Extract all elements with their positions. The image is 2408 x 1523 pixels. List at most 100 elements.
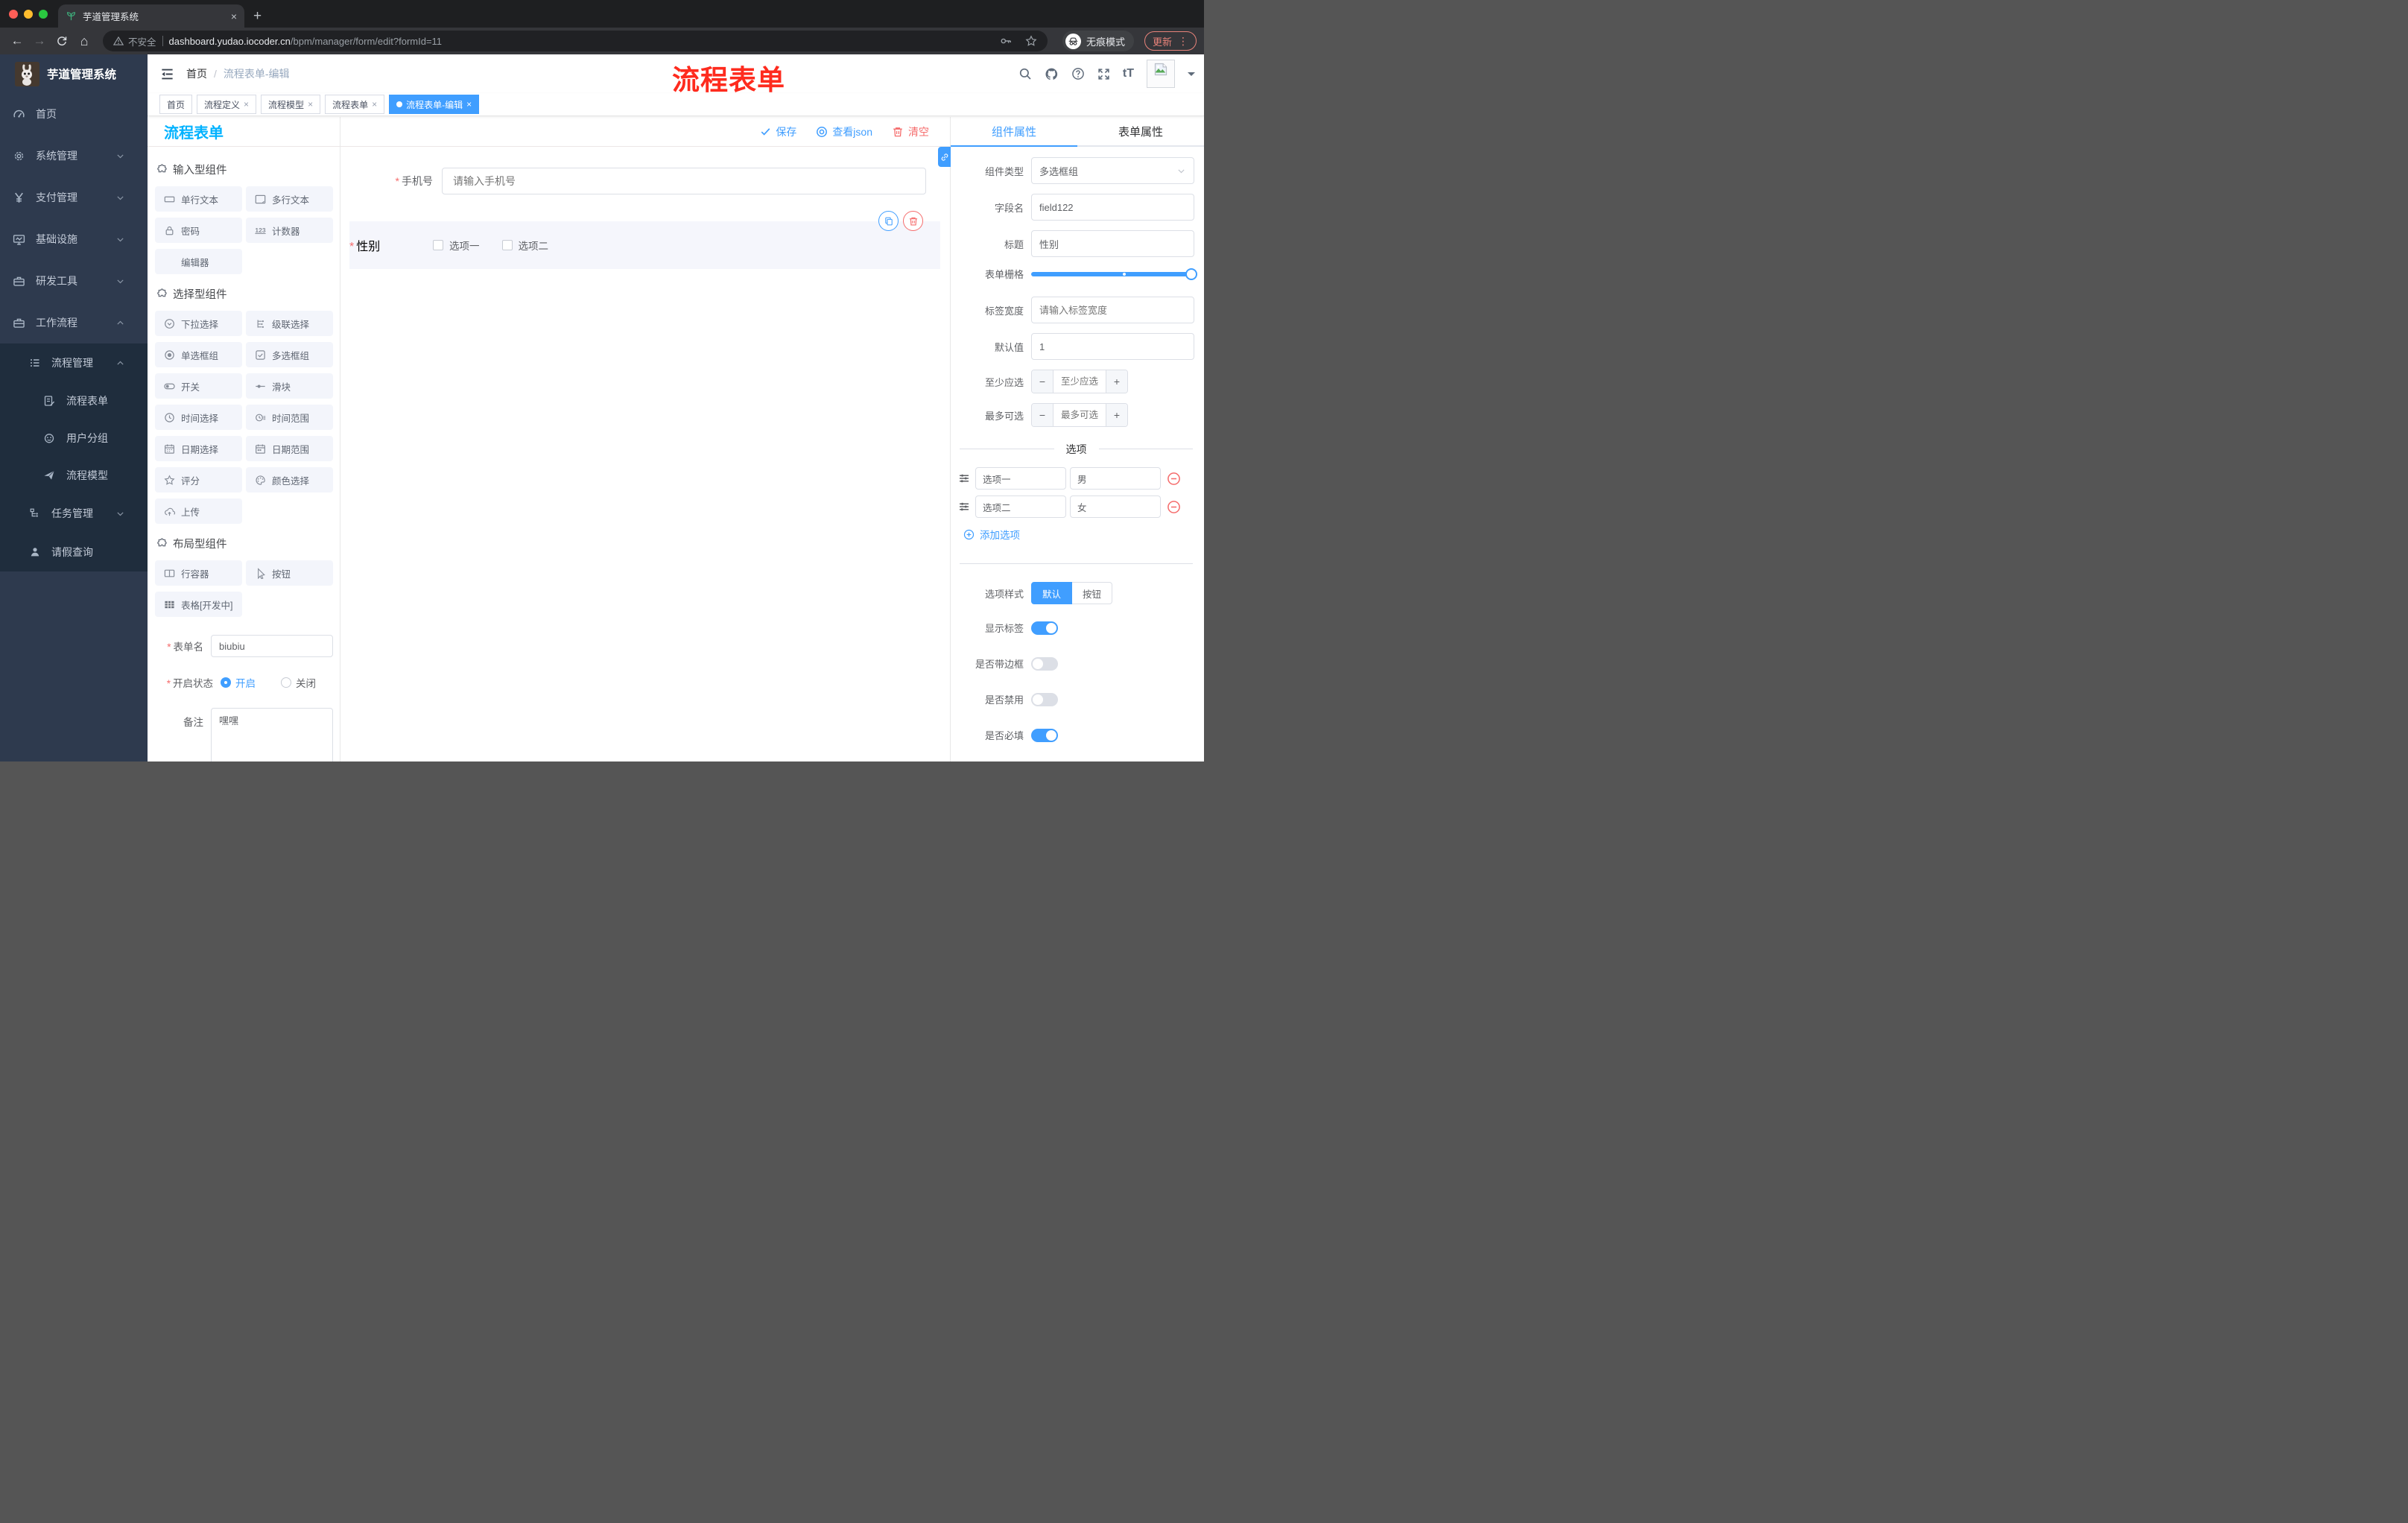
stepper-plus-button[interactable]: + [1106, 404, 1127, 426]
stepper-minus-button[interactable]: − [1032, 370, 1054, 393]
palette-item-switch[interactable]: 开关 [155, 373, 242, 399]
sidebar-item-home[interactable]: 首页 [0, 93, 148, 135]
home-button[interactable]: ⌂ [75, 34, 94, 49]
close-tag-icon[interactable]: × [466, 99, 472, 110]
stepper-plus-button[interactable]: + [1106, 370, 1127, 393]
sidebar-item-task-manage[interactable]: 任务管理 [0, 494, 148, 533]
palette-item-row-container[interactable]: 行容器 [155, 560, 242, 586]
palette-item-cascader[interactable]: 级联选择 [246, 311, 333, 336]
palette-item-time[interactable]: 时间选择 [155, 405, 242, 430]
zoom-window-button[interactable] [39, 9, 48, 19]
sidebar-item-devtools[interactable]: 研发工具 [0, 260, 148, 302]
phone-input[interactable] [442, 168, 926, 194]
drag-handle-icon[interactable] [958, 501, 970, 513]
style-default-button[interactable]: 默认 [1031, 582, 1073, 604]
checkbox[interactable] [433, 240, 443, 250]
address-bar[interactable]: 不安全 dashboard.yudao.iocoder.cn/bpm/manag… [103, 31, 1048, 51]
palette-item-upload[interactable]: 上传 [155, 498, 242, 524]
view-json-button[interactable]: 查看json [816, 124, 872, 139]
palette-item-editor[interactable]: 编辑器 [155, 249, 242, 274]
style-button-button[interactable]: 按钮 [1072, 582, 1113, 604]
browser-menu-dots-icon[interactable]: ⋮ [1178, 35, 1188, 48]
palette-item-table[interactable]: 表格[开发中] [155, 592, 242, 617]
gender-option-2[interactable]: 选项二 [501, 238, 548, 253]
sidebar-item-process-form[interactable]: 流程表单 [0, 382, 148, 419]
show-label-toggle[interactable] [1031, 621, 1058, 635]
sidebar-item-pay[interactable]: 支付管理 [0, 177, 148, 218]
sidebar-item-infra[interactable]: 基础设施 [0, 218, 148, 260]
palette-item-multi-text[interactable]: 多行文本 [246, 186, 333, 212]
option-2-label-input[interactable] [975, 495, 1066, 518]
close-tag-icon[interactable]: × [372, 99, 377, 110]
remove-option-icon[interactable] [1167, 472, 1181, 486]
remark-textarea[interactable]: 嘿嘿 [211, 708, 333, 762]
close-tab-icon[interactable]: × [231, 10, 237, 22]
sidebar-item-process-model[interactable]: 流程模型 [0, 457, 148, 494]
sidebar-item-user-group[interactable]: 用户分组 [0, 419, 148, 457]
option-2-value-input[interactable] [1070, 495, 1161, 518]
label-width-input[interactable] [1031, 297, 1194, 323]
palette-item-button[interactable]: 按钮 [246, 560, 333, 586]
disabled-toggle[interactable] [1031, 692, 1058, 706]
option-1-label-input[interactable] [975, 467, 1066, 490]
reload-button[interactable] [52, 35, 72, 47]
save-button[interactable]: 保存 [760, 124, 796, 139]
palette-item-time-range[interactable]: 时间范围 [246, 405, 333, 430]
status-on-label[interactable]: 开启 [235, 675, 256, 690]
default-value-input[interactable] [1031, 333, 1194, 360]
clear-button[interactable]: 清空 [892, 124, 929, 139]
tab-component-props[interactable]: 组件属性 [951, 117, 1077, 147]
font-size-icon[interactable]: tT [1123, 67, 1134, 80]
password-key-icon[interactable] [1000, 35, 1012, 47]
palette-item-select[interactable]: 下拉选择 [155, 311, 242, 336]
sidebar-item-leave-query[interactable]: 请假查询 [0, 533, 148, 571]
status-off-label[interactable]: 关闭 [296, 675, 316, 690]
field-name-input[interactable] [1031, 194, 1194, 221]
slider-track[interactable] [1031, 271, 1191, 276]
copy-component-button[interactable] [878, 211, 899, 231]
sidebar-item-process-manage[interactable]: 流程管理 [0, 343, 148, 382]
sidebar-collapse-icon[interactable] [159, 67, 174, 81]
close-tag-icon[interactable]: × [244, 99, 249, 110]
delete-component-button[interactable] [903, 211, 923, 231]
browser-tab[interactable]: 芋道管理系统 × [58, 4, 244, 28]
tag-process-model[interactable]: 流程模型 × [261, 95, 321, 114]
palette-item-counter[interactable]: 123 计数器 [246, 218, 333, 243]
fullscreen-icon[interactable] [1097, 68, 1110, 80]
status-on-radio[interactable] [221, 677, 231, 688]
palette-item-password[interactable]: 密码 [155, 218, 242, 243]
canvas-body[interactable]: *手机号 *性别 选项一 选项二 [340, 147, 950, 762]
minimize-window-button[interactable] [24, 9, 33, 19]
stepper-minus-button[interactable]: − [1032, 404, 1054, 426]
title-input[interactable] [1031, 230, 1194, 257]
search-icon[interactable] [1018, 67, 1032, 80]
phone-field-row[interactable]: * 手机号 [340, 168, 950, 194]
palette-item-date-range[interactable]: 日期范围 [246, 436, 333, 461]
gender-field-block-selected[interactable]: * 性别 选项一 选项二 [349, 211, 940, 269]
update-browser-button[interactable]: 更新 ⋮ [1144, 31, 1197, 51]
bookmark-star-icon[interactable] [1025, 35, 1037, 47]
gender-option-1[interactable]: 选项一 [433, 238, 480, 253]
security-chip[interactable]: 不安全 [113, 34, 156, 48]
github-icon[interactable] [1045, 67, 1059, 81]
help-icon[interactable] [1071, 67, 1085, 80]
palette-item-radio-group[interactable]: 单选框组 [155, 342, 242, 367]
component-type-select[interactable]: 多选框组 [1031, 157, 1194, 184]
palette-item-color[interactable]: 颜色选择 [246, 467, 333, 493]
palette-item-single-text[interactable]: 单行文本 [155, 186, 242, 212]
add-option-button[interactable]: 添加选项 [963, 527, 1194, 542]
palette-item-checkbox-group[interactable]: 多选框组 [246, 342, 333, 367]
max-select-input[interactable] [1054, 404, 1106, 426]
remove-option-icon[interactable] [1167, 500, 1181, 514]
tag-process-form-edit[interactable]: 流程表单-编辑 × [389, 95, 480, 114]
close-tag-icon[interactable]: × [308, 99, 313, 110]
palette-item-date[interactable]: 日期选择 [155, 436, 242, 461]
tag-process-form[interactable]: 流程表单 × [325, 95, 385, 114]
min-select-input[interactable] [1054, 370, 1106, 393]
drag-handle-icon[interactable] [958, 472, 970, 484]
back-button[interactable]: ← [7, 34, 27, 48]
tag-home[interactable]: 首页 [159, 95, 193, 114]
slider-handle[interactable] [1185, 267, 1197, 280]
tab-form-props[interactable]: 表单属性 [1077, 117, 1204, 145]
checkbox[interactable] [501, 240, 513, 250]
